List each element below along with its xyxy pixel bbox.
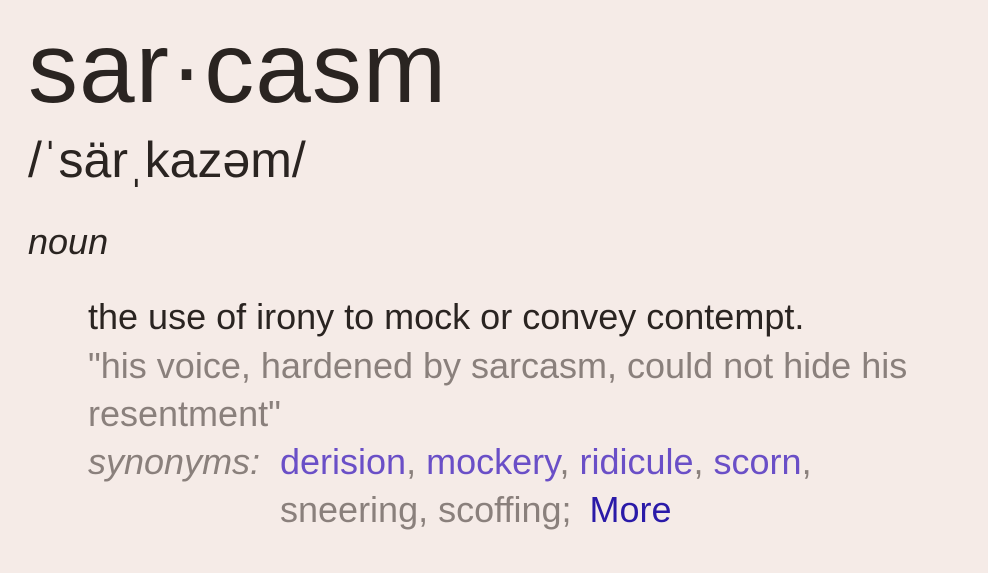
separator: , bbox=[559, 441, 580, 482]
separator: , bbox=[406, 441, 427, 482]
separator: , bbox=[801, 441, 812, 482]
synonym-link-ridicule[interactable]: ridicule bbox=[579, 441, 693, 482]
more-synonyms-link[interactable]: More bbox=[590, 489, 672, 530]
synonym-link-mockery[interactable]: mockery bbox=[426, 441, 559, 482]
sense-block: the use of irony to mock or convey conte… bbox=[88, 294, 968, 534]
definition-text: the use of irony to mock or convey conte… bbox=[88, 296, 805, 337]
synonyms-row: synonyms: derision, mockery, ridicule, s… bbox=[88, 438, 968, 534]
phonetic-spelling: /ˈsärˌkazəm/ bbox=[28, 132, 306, 188]
synonym-sneering: sneering bbox=[280, 489, 419, 530]
part-of-speech: noun bbox=[28, 221, 109, 262]
synonym-scoffing: scoffing bbox=[438, 489, 562, 530]
headword: sar·casm bbox=[28, 12, 448, 124]
synonyms-list: derision, mockery, ridicule, scorn, snee… bbox=[280, 438, 840, 534]
separator: , bbox=[418, 489, 439, 530]
separator: , bbox=[693, 441, 714, 482]
synonym-link-scorn[interactable]: scorn bbox=[714, 441, 802, 482]
example-sentence: "his voice, hardened by sarcasm, could n… bbox=[88, 345, 908, 434]
separator: ; bbox=[561, 489, 572, 530]
synonyms-label: synonyms: bbox=[88, 441, 261, 482]
dictionary-card: sar·casm /ˈsärˌkazəm/ noun the use of ir… bbox=[0, 0, 988, 573]
synonym-link-derision[interactable]: derision bbox=[280, 441, 406, 482]
